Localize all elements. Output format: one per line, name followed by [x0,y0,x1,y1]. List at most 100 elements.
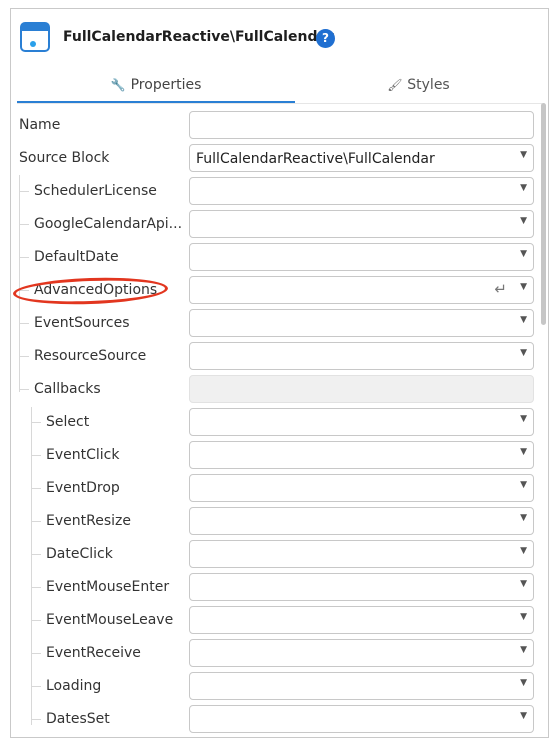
tab-styles[interactable]: 🖌 Styles [295,67,542,103]
property-input[interactable]: ↵ ▼ [189,276,534,304]
property-select[interactable]: ▼ [189,441,534,469]
chevron-down-icon[interactable]: ▼ [520,348,527,358]
property-row: GoogleCalendarApi... ▼ [11,208,548,241]
property-select[interactable]: ▼ [189,639,534,667]
property-row: EventResize ▼ [11,505,548,538]
property-label: EventReceive [46,645,141,661]
chevron-down-icon[interactable]: ▼ [520,711,527,721]
tree-branch [31,620,41,621]
widget-icon [20,22,50,52]
property-label: GoogleCalendarApi... [34,216,183,232]
property-select[interactable]: ▼ [189,342,534,370]
property-select[interactable]: FullCalendarReactive\FullCalendar ▼ [189,144,534,172]
chevron-down-icon[interactable]: ▼ [520,315,527,325]
property-group-field [189,375,534,403]
tab-styles-label: Styles [407,77,450,93]
property-label: Select [46,414,90,430]
property-select[interactable]: ▼ [189,474,534,502]
tree-branch [19,389,29,390]
chevron-down-icon[interactable]: ▼ [520,216,527,226]
property-row: DefaultDate ▼ [11,241,548,274]
tree-branch [19,224,29,225]
wrench-icon: 🔧 [110,78,126,92]
property-select[interactable]: ▼ [189,309,534,337]
property-row: Loading ▼ [11,670,548,703]
tree-branch [31,686,41,687]
tree-branch [31,422,41,423]
property-select[interactable]: ▼ [189,507,534,535]
tree-branch [31,455,41,456]
property-label: Loading [46,678,102,694]
chevron-down-icon[interactable]: ▼ [520,447,527,457]
property-label: EventResize [46,513,131,529]
tree-branch [31,719,41,720]
property-label: EventClick [46,447,120,463]
chevron-down-icon[interactable]: ▼ [520,612,527,622]
property-label: EventDrop [46,480,120,496]
property-row: Name [11,109,548,142]
chevron-down-icon[interactable]: ▼ [520,150,527,160]
tree-branch [19,356,29,357]
tab-bar: 🔧 Properties 🖌 Styles [17,67,542,104]
chevron-down-icon[interactable]: ▼ [520,282,527,292]
tree-branch [19,191,29,192]
chevron-down-icon[interactable]: ▼ [520,579,527,589]
chevron-down-icon[interactable]: ▼ [520,480,527,490]
chevron-down-icon[interactable]: ▼ [520,513,527,523]
property-label: Name [19,117,61,133]
property-row: EventSources ▼ [11,307,548,340]
property-select[interactable]: ▼ [189,177,534,205]
property-label: EventMouseEnter [46,579,170,595]
property-label: DateClick [46,546,113,562]
property-row: EventDrop ▼ [11,472,548,505]
tab-properties[interactable]: 🔧 Properties [17,67,295,103]
property-row: Callbacks [11,373,548,406]
property-label: DefaultDate [34,249,119,265]
widget-title: FullCalendarReactive\FullCalendar [63,29,334,45]
tree-branch [31,554,41,555]
help-icon[interactable]: ? [316,29,335,48]
chevron-down-icon[interactable]: ▼ [520,678,527,688]
tree-branch [31,488,41,489]
tree-branch [31,653,41,654]
property-select[interactable]: ▼ [189,606,534,634]
property-row: EventMouseEnter ▼ [11,571,548,604]
chevron-down-icon[interactable]: ▼ [520,249,527,259]
panel-header: FullCalendarReactive\FullCalendar ? [11,9,548,69]
chevron-down-icon[interactable]: ▼ [520,414,527,424]
property-row: Source Block FullCalendarReactive\FullCal… [11,142,548,175]
property-input[interactable] [189,111,534,139]
chevron-down-icon[interactable]: ▼ [520,645,527,655]
property-row: EventClick ▼ [11,439,548,472]
property-label: DatesSet [46,711,110,727]
tree-branch [31,521,41,522]
property-select[interactable]: ▼ [189,573,534,601]
property-row: DateClick ▼ [11,538,548,571]
property-value: FullCalendarReactive\FullCalendar [196,151,435,167]
chevron-down-icon[interactable]: ▼ [520,183,527,193]
chevron-down-icon[interactable]: ▼ [520,546,527,556]
property-label: Source Block [19,150,110,166]
property-row: EventMouseLeave ▼ [11,604,548,637]
property-label: EventMouseLeave [46,612,174,628]
property-select[interactable]: ▼ [189,243,534,271]
property-label: Callbacks [34,381,101,397]
tree-branch [19,257,29,258]
enter-icon[interactable]: ↵ [494,280,507,298]
tree-branch [31,587,41,588]
active-tab-indicator [17,101,295,103]
property-label: SchedulerLicense [34,183,157,199]
property-row: SchedulerLicense ▼ [11,175,548,208]
property-select[interactable]: ▼ [189,210,534,238]
tree-branch [19,323,29,324]
property-select[interactable]: ▼ [189,540,534,568]
tab-properties-label: Properties [130,77,202,93]
property-select[interactable]: ▼ [189,672,534,700]
property-row: ResourceSource ▼ [11,340,548,373]
property-select[interactable]: ▼ [189,408,534,436]
property-label: ResourceSource [34,348,147,364]
property-row: DatesSet ▼ [11,703,548,736]
property-select[interactable]: ▼ [189,705,534,733]
property-row: EventReceive ▼ [11,637,548,670]
brush-icon: 🖌 [387,78,403,92]
